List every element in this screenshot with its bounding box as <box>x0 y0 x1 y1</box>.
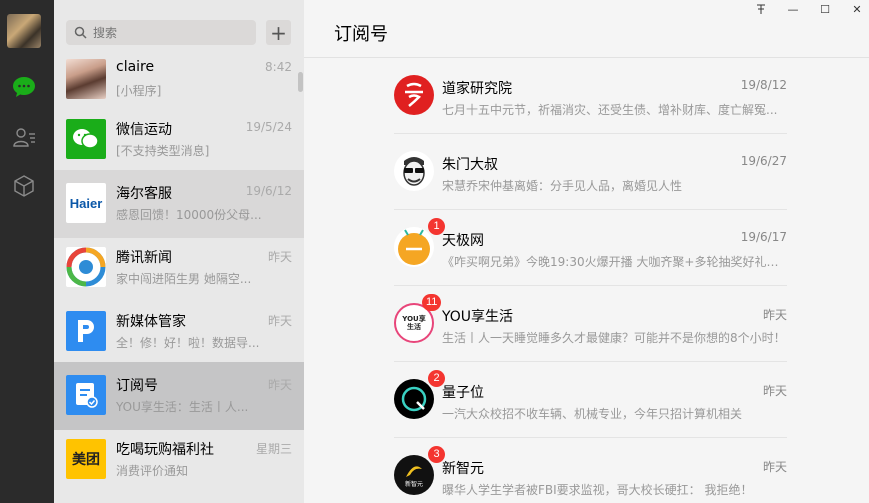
page-title: 订阅号 <box>334 24 388 45</box>
add-chat-button[interactable]: + <box>266 20 291 45</box>
subscription-item-liangziwei[interactable]: 2 量子位 昨天 一汽大众校招不收车辆、机械专业，今年只招计算机相关 <box>394 362 787 438</box>
chat-item-tencent-news[interactable]: 腾讯新闻 昨天 家中闯进陌生男 她隔空... <box>54 234 304 302</box>
subscription-desc: 曝华人学生学者被FBI要求监视，哥大校长硬扛： 我拒绝！ <box>442 483 753 497</box>
nav-rail <box>0 0 54 503</box>
chat-time: 星期三 <box>255 442 292 456</box>
subscription-name: 天极网 <box>442 233 484 249</box>
subscription-date: 昨天 <box>762 308 787 322</box>
chat-time: 19/5/24 <box>245 120 292 134</box>
xinzhiyuan-logo: 新智元 <box>394 455 434 495</box>
subscription-desc: 七月十五中元节，祈福消灾、还受生债、增补财库、度亡解冤... <box>442 103 778 117</box>
chat-name: 微信运动 <box>116 122 172 138</box>
chat-name: claire <box>116 59 155 75</box>
p-letter-icon <box>66 311 106 351</box>
chat-item-fuli-she[interactable]: 美团 吃喝玩购福利社 星期三 消费评价通知 <box>54 426 304 494</box>
chat-item-new-media-manager[interactable]: 新媒体管家 昨天 全！修！好！啦！数据导... <box>54 298 304 366</box>
search-icon <box>74 26 87 39</box>
subscription-desc: 生活丨人一天睡觉睡多久才最健康？可能并不是你想的8个小时！ <box>442 331 786 345</box>
chat-item-haier[interactable]: Haier 海尔客服 19/6/12 感恩回馈！10000份父母... <box>54 170 304 238</box>
chat-preview: YOU享生活：生活丨人... <box>116 400 249 414</box>
search-input[interactable] <box>93 25 243 40</box>
subscription-desc: 宋慧乔宋仲基离婚：分手见人品，离婚见人性 <box>442 179 683 193</box>
subscription-item-daojia[interactable]: 道家研究院 19/8/12 七月十五中元节，祈福消灾、还受生债、增补财库、度亡解… <box>394 58 787 134</box>
chat-list-panel: + claire 8:42 [小程序] 微信运动 19/5/24 [不支持类型消… <box>54 0 304 503</box>
subscription-date: 19/6/17 <box>740 230 787 244</box>
haier-logo: Haier <box>66 183 106 223</box>
meituan-logo: 美团 <box>66 439 106 479</box>
subscription-item-zhumen[interactable]: 朱门大叔 19/6/27 宋慧乔宋仲基离婚：分手见人品，离婚见人性 <box>394 134 787 210</box>
zhumen-avatar <box>394 151 434 191</box>
main-header: 订阅号 <box>304 0 869 58</box>
contacts-icon[interactable] <box>11 124 37 150</box>
subscription-desc: 《咋买啊兄弟》今晚19:30火爆开播 大咖齐聚+多轮抽奖好礼送... <box>442 255 787 269</box>
subscription-name: 道家研究院 <box>442 81 512 97</box>
subscription-date: 昨天 <box>762 384 787 398</box>
subscription-desc: 一汽大众校招不收车辆、机械专业，今年只招计算机相关 <box>442 407 743 421</box>
chat-preview: [不支持类型消息] <box>116 144 210 158</box>
chat-list-scrollbar[interactable] <box>298 72 303 92</box>
chat-preview: 感恩回馈！10000份父母... <box>116 208 262 222</box>
subscription-name: 量子位 <box>442 385 484 401</box>
chat-item-subscriptions[interactable]: 订阅号 昨天 YOU享生活：生活丨人... <box>54 362 304 430</box>
chat-item-claire[interactable]: claire 8:42 [小程序] <box>54 46 304 114</box>
subscription-name: 朱门大叔 <box>442 157 498 173</box>
daojia-logo <box>394 75 434 115</box>
subscription-date: 昨天 <box>762 460 787 474</box>
chat-name: 腾讯新闻 <box>116 250 172 266</box>
main-panel: — ☐ ✕ 订阅号 道家研究院 19/8/12 七月十五中元节，祈福消灾、还受生… <box>304 0 869 503</box>
subscription-icon <box>66 375 106 415</box>
subscription-item-xinzhiyuan[interactable]: 新智元 3 新智元 昨天 曝华人学生学者被FBI要求监视，哥大校长硬扛： 我拒绝… <box>394 438 787 503</box>
subscription-item-tianji[interactable]: 1 天极网 19/6/17 《咋买啊兄弟》今晚19:30火爆开播 大咖齐聚+多轮… <box>394 210 787 286</box>
chat-name: 海尔客服 <box>116 186 172 202</box>
chat-time: 19/6/12 <box>245 184 292 198</box>
subscription-name: YOU享生活 <box>442 309 514 325</box>
subscription-item-youxiang[interactable]: YOU享生活 11 YOU享生活 昨天 生活丨人一天睡觉睡多久才最健康？可能并不… <box>394 286 787 362</box>
chat-preview: 消费评价通知 <box>116 464 189 478</box>
unread-badge: 11 <box>422 294 442 311</box>
chat-time: 昨天 <box>267 250 292 264</box>
tencent-news-icon <box>66 247 106 287</box>
liangziwei-logo <box>394 379 434 419</box>
tianji-logo <box>394 227 434 267</box>
chat-preview: 家中闯进陌生男 她隔空... <box>116 272 252 286</box>
subscription-date: 19/8/12 <box>740 78 787 92</box>
chat-preview: [小程序] <box>116 84 162 98</box>
chat-time: 昨天 <box>267 314 292 328</box>
chat-time: 昨天 <box>267 378 292 392</box>
chat-icon[interactable] <box>11 74 37 100</box>
chat-item-wechat-sport[interactable]: 微信运动 19/5/24 [不支持类型消息] <box>54 106 304 174</box>
mini-program-cube-icon[interactable] <box>11 173 37 199</box>
chat-name: 吃喝玩购福利社 <box>116 442 214 458</box>
chat-time: 8:42 <box>265 60 292 74</box>
subscription-name: 新智元 <box>442 461 484 477</box>
avatar <box>66 59 106 99</box>
chat-name: 新媒体管家 <box>116 314 186 330</box>
search-box[interactable] <box>66 20 256 45</box>
wechat-sport-icon <box>66 119 106 159</box>
chat-name: 订阅号 <box>116 378 158 394</box>
user-avatar[interactable] <box>7 14 41 48</box>
subscription-date: 19/6/27 <box>740 154 787 168</box>
chat-preview: 全！修！好！啦！数据导... <box>116 336 260 350</box>
